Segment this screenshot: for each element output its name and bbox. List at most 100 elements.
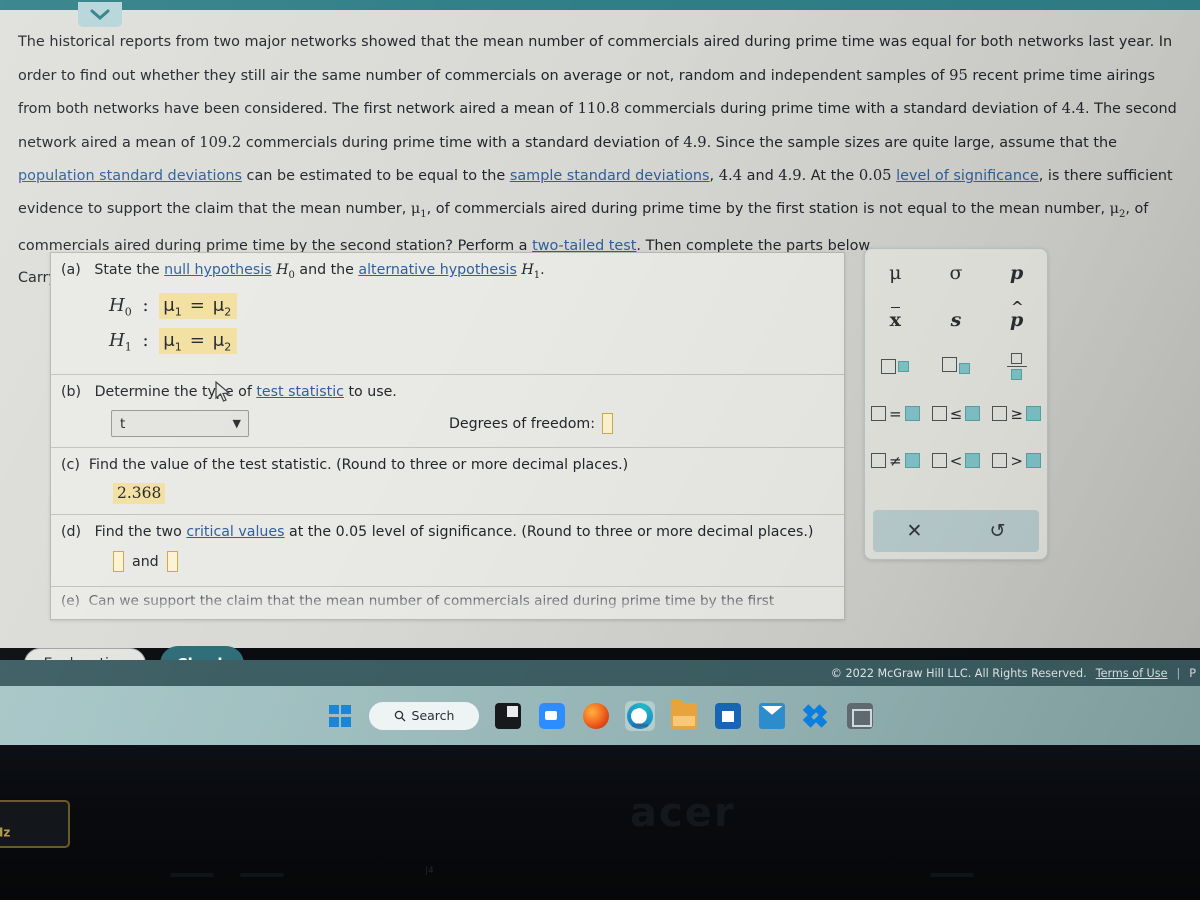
fraction-template-icon — [1006, 352, 1027, 381]
hypothesis-answers: H0 : μ1 = μ2 H1 : μ1 = μ2 — [51, 281, 844, 374]
dropbox-icon[interactable] — [801, 701, 831, 731]
problem-line-3: from both networks have been considered.… — [18, 100, 1177, 117]
question-parts-card: (a) State the null hypothesis H0 and the… — [50, 252, 845, 620]
mean-2-value: 109.2 — [199, 133, 242, 151]
palette-undo-button[interactable]: ↺ — [956, 520, 1039, 542]
h0-expression-input[interactable]: μ1 = μ2 — [159, 292, 238, 319]
alpha-value: 0.05 — [858, 167, 892, 184]
mean-1-value: 110.8 — [577, 100, 620, 117]
chevron-down-icon: ▼ — [232, 417, 241, 431]
palette-key-mu[interactable]: μ — [865, 249, 926, 296]
problem-line-1: The historical reports from two major ne… — [18, 34, 1173, 50]
laptop-photo-scene: The historical reports from two major ne… — [0, 0, 1200, 900]
link-population-standard-deviations[interactable]: population standard deviations — [18, 168, 242, 184]
test-statistic-select[interactable]: t ▼ — [111, 410, 249, 438]
palette-footer: ✕ ↺ — [873, 510, 1039, 552]
null-hypothesis-line: H0 : μ1 = μ2 — [109, 292, 844, 319]
link-test-statistic[interactable]: test statistic — [256, 384, 344, 400]
degrees-of-freedom-input[interactable] — [601, 413, 613, 435]
privacy-link-partial[interactable]: P — [1189, 667, 1196, 680]
h0-symbol: H0 — [109, 294, 132, 319]
critical-value-upper-input[interactable] — [166, 551, 178, 573]
palette-key-less-equal[interactable]: ≤ — [926, 390, 987, 437]
part-c-text: Find the value of the test statistic. (R… — [88, 457, 629, 474]
palette-clear-button[interactable]: ✕ — [873, 520, 956, 542]
degrees-of-freedom-label: Degrees of freedom: — [449, 415, 595, 432]
app-dark-icon[interactable] — [493, 701, 523, 731]
link-sample-standard-deviations[interactable]: sample standard deviations — [510, 168, 710, 184]
sd-1-value: 4.4 — [1061, 100, 1085, 117]
part-c-label: (c) — [61, 457, 80, 474]
superscript-template-icon — [881, 355, 910, 379]
keyboard-hint: |4 — [425, 866, 434, 876]
edge-icon[interactable] — [625, 700, 655, 731]
palette-key-x-bar[interactable]: x — [865, 296, 926, 343]
critical-value-lower-input[interactable] — [113, 551, 124, 573]
footer-separator: | — [1176, 666, 1181, 680]
sticker-text: 4Hz — [0, 825, 11, 840]
palette-key-fraction[interactable] — [986, 343, 1047, 390]
palette-key-equals[interactable]: = — [865, 390, 926, 437]
math-symbol-palette: μ σ p x s p — [864, 248, 1048, 560]
terms-of-use-link[interactable]: Terms of Use — [1096, 667, 1168, 680]
h1-colon: : — [142, 330, 149, 352]
link-level-of-significance[interactable]: level of significance — [896, 168, 1039, 184]
mu-1-symbol: μ1 — [410, 200, 427, 220]
alternative-hypothesis-line: H1 : μ1 = μ2 — [109, 328, 844, 355]
app-grid-icon[interactable] — [845, 701, 875, 731]
subscript-template-icon — [941, 355, 970, 379]
part-d-text: Find the two critical values at the 0.05… — [94, 524, 814, 541]
part-c-row: (c) Find the value of the test statistic… — [51, 447, 844, 473]
taskbar-search-box[interactable]: Search — [369, 701, 479, 730]
palette-key-greater-than[interactable]: > — [986, 437, 1047, 484]
h1-symbol: H1 — [109, 330, 132, 355]
part-b-row: (b) Determine the type of test statistic… — [51, 374, 844, 400]
acer-brand-logo: acer — [630, 790, 736, 836]
copyright-text: © 2022 McGraw Hill LLC. All Rights Reser… — [830, 666, 1087, 680]
search-icon — [394, 710, 405, 721]
part-c-answer: 2.368 — [51, 473, 844, 514]
test-statistic-value-input[interactable]: 2.368 — [113, 483, 166, 505]
laptop-screen: The historical reports from two major ne… — [0, 0, 1200, 745]
link-null-hypothesis[interactable]: null hypothesis — [164, 262, 271, 278]
start-windows-icon[interactable] — [325, 701, 355, 731]
palette-key-s[interactable]: s — [926, 296, 987, 343]
refresh-rate-sticker: 4Hz — [0, 800, 70, 848]
h1-expression-input[interactable]: μ1 = μ2 — [159, 328, 238, 355]
link-alternative-hypothesis[interactable]: alternative hypothesis — [358, 262, 516, 278]
palette-key-superscript[interactable] — [865, 343, 926, 390]
problem-line-4: network aired a mean of 109.2 commercial… — [18, 133, 1118, 151]
part-b-inputs: t ▼ Degrees of freedom: — [51, 400, 844, 447]
part-a-row: (a) State the null hypothesis H0 and the… — [51, 253, 844, 281]
page-top-accent-bar — [0, 0, 1200, 10]
part-d-answer: and — [51, 540, 844, 586]
test-statistic-value: t — [120, 415, 126, 432]
part-b-text: Determine the type of test statistic to … — [94, 384, 397, 401]
firefox-icon[interactable] — [581, 701, 611, 731]
palette-key-p-hat[interactable]: p — [986, 296, 1047, 343]
palette-key-not-equal[interactable]: ≠ — [865, 437, 926, 484]
link-critical-values[interactable]: critical values — [186, 524, 284, 540]
file-explorer-icon[interactable] — [669, 699, 699, 731]
and-label: and — [132, 553, 159, 570]
mouse-cursor — [215, 381, 231, 402]
zoom-icon[interactable] — [537, 701, 567, 731]
windows-taskbar: Search — [0, 686, 1200, 745]
palette-key-greater-equal[interactable]: ≥ — [986, 390, 1047, 437]
laptop-lower-bezel — [0, 745, 1200, 900]
taskbar-items: Search — [0, 686, 1200, 745]
active-window-indicator — [632, 723, 648, 727]
mu-2-symbol: μ2 — [1109, 200, 1126, 220]
sample-size-value: 95 — [949, 66, 968, 84]
chevron-down-icon[interactable] — [78, 2, 122, 27]
palette-key-p[interactable]: p — [986, 249, 1047, 296]
palette-key-sigma[interactable]: σ — [926, 249, 987, 296]
part-a-text: State the null hypothesis H0 and the alt… — [94, 262, 545, 281]
problem-line-6: evidence to support the claim that the m… — [18, 200, 1149, 220]
part-d-row: (d) Find the two critical values at the … — [51, 514, 844, 540]
palette-key-less-than[interactable]: < — [926, 437, 987, 484]
sd-2-value: 4.9 — [683, 133, 707, 151]
mail-icon[interactable] — [757, 701, 787, 731]
palette-key-subscript[interactable] — [926, 343, 987, 390]
microsoft-store-icon[interactable] — [713, 701, 743, 731]
